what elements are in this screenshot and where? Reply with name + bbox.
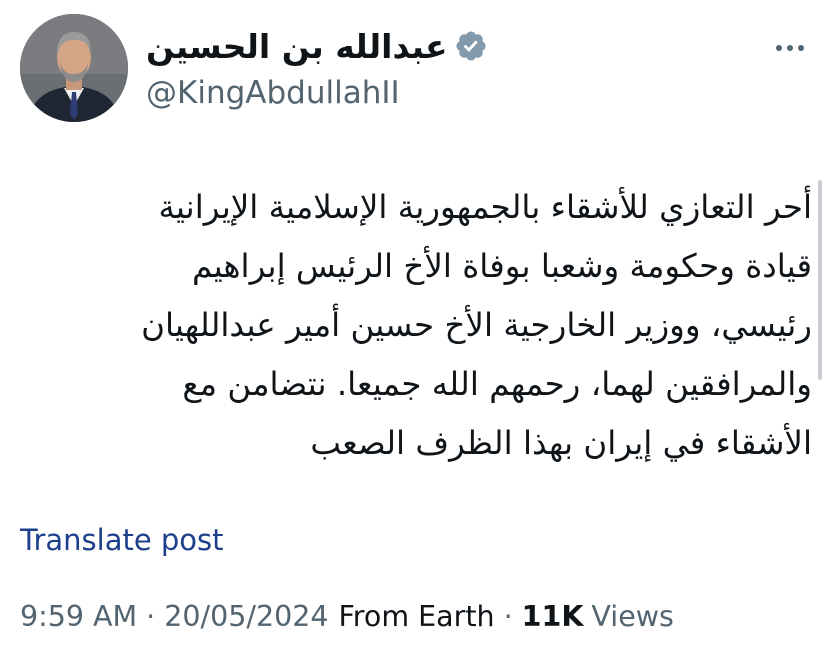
post-time[interactable]: 9:59 AM: [20, 600, 137, 633]
author-handle[interactable]: @KingAbdullahII: [146, 78, 400, 109]
post-text: أحر التعازي للأشقاء بالجمهورية الإسلامية…: [12, 178, 812, 473]
author-name-row[interactable]: عبدالله بن الحسين: [146, 20, 488, 72]
post-metadata: 9:59 AM · 20/05/2024 From Earth · 11K Vi…: [20, 594, 674, 638]
scrollbar[interactable]: [818, 180, 822, 380]
avatar-photo: [20, 14, 128, 122]
views-count[interactable]: 11K: [522, 600, 584, 633]
meta-separator: ·: [146, 599, 156, 633]
post-text-line: رئيسي، ووزير الخارجية الأخ حسين أمير عبد…: [141, 306, 812, 344]
post-date[interactable]: 20/05/2024: [164, 600, 328, 633]
display-name[interactable]: عبدالله بن الحسين: [146, 30, 448, 63]
verified-badge-icon[interactable]: [454, 29, 488, 63]
more-horizontal-icon: [776, 45, 804, 51]
post-text-line: أحر التعازي للأشقاء بالجمهورية الإسلامية…: [158, 188, 812, 226]
author-avatar[interactable]: [20, 14, 128, 122]
post-text-line: والمرافقين لهما، رحمهم الله جميعا. نتضام…: [182, 365, 812, 403]
translate-post-link[interactable]: Translate post: [20, 520, 224, 560]
post-source: From Earth: [338, 599, 495, 633]
post-text-line: الأشقاء في إيران بهذا الظرف الصعب: [310, 424, 812, 462]
views-label: Views: [591, 599, 674, 633]
more-options-button[interactable]: [768, 28, 812, 68]
meta-separator: ·: [503, 599, 513, 633]
post-text-line: قيادة وحكومة وشعبا بوفاة الأخ الرئيس إبر…: [191, 247, 812, 285]
